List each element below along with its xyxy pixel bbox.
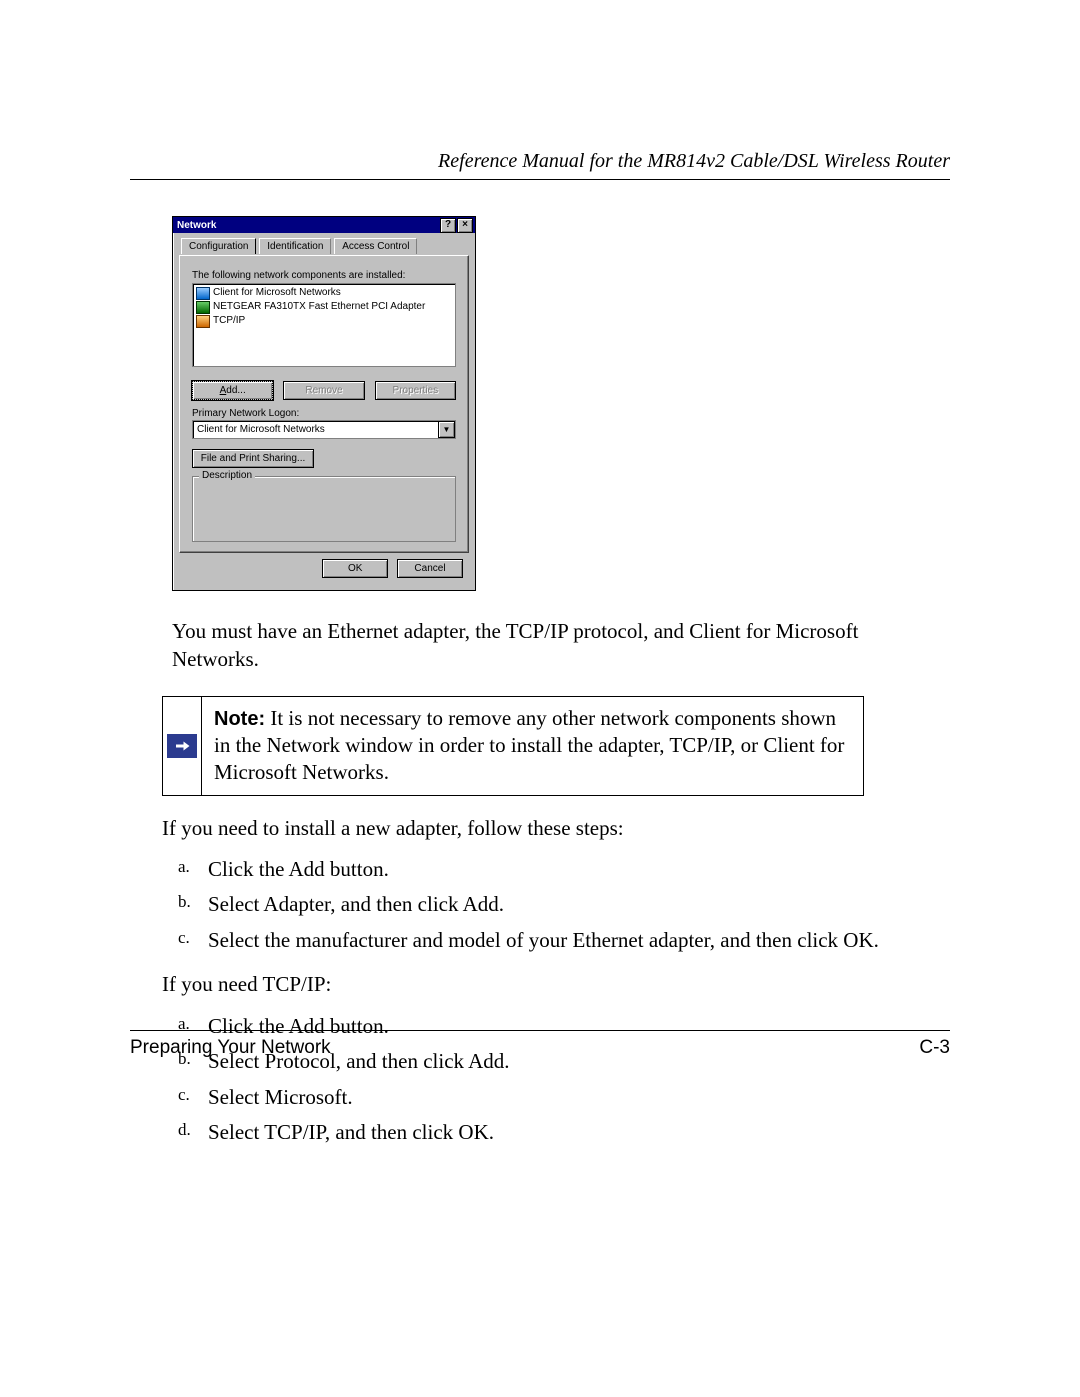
dialog-footer: OK Cancel bbox=[179, 553, 469, 582]
list-item[interactable]: NETGEAR FA310TX Fast Ethernet PCI Adapte… bbox=[195, 300, 453, 314]
body-content: You must have an Ethernet adapter, the T… bbox=[172, 617, 950, 1149]
properties-button[interactable]: Properties bbox=[375, 381, 456, 400]
list-item-label: Client for Microsoft Networks bbox=[213, 286, 341, 300]
tab-configuration[interactable]: Configuration bbox=[181, 238, 256, 254]
adapter-steps: a.Click the Add button. b.Select Adapter… bbox=[172, 854, 950, 957]
list-item: b.Select Adapter, and then click Add. bbox=[208, 889, 950, 921]
network-dialog: Network ? × Configuration Identification… bbox=[172, 216, 476, 591]
adapter-icon bbox=[196, 301, 210, 314]
footer-section: Preparing Your Network bbox=[130, 1037, 331, 1059]
list-item-label: NETGEAR FA310TX Fast Ethernet PCI Adapte… bbox=[213, 300, 425, 314]
description-group-label: Description bbox=[199, 470, 255, 481]
primary-logon-select[interactable]: Client for Microsoft Networks bbox=[192, 420, 456, 439]
file-print-sharing-button[interactable]: File and Print Sharing... bbox=[192, 449, 314, 468]
page-footer: Preparing Your Network C-3 bbox=[130, 1030, 950, 1059]
note-text: Note: It is not necessary to remove any … bbox=[202, 697, 863, 795]
paragraph: If you need TCP/IP: bbox=[162, 970, 950, 998]
dialog-title: Network bbox=[177, 220, 216, 231]
cancel-button[interactable]: Cancel bbox=[397, 559, 463, 578]
note-body: It is not necessary to remove any other … bbox=[214, 706, 844, 785]
add-button[interactable]: AAdd...dd... bbox=[192, 381, 273, 400]
list-item: d.Select TCP/IP, and then click OK. bbox=[208, 1117, 950, 1149]
step-text: Select Microsoft. bbox=[208, 1085, 353, 1109]
tab-identification[interactable]: Identification bbox=[259, 238, 331, 254]
footer-page-number: C-3 bbox=[919, 1037, 950, 1059]
primary-logon-label: Primary Network Logon: bbox=[192, 408, 456, 419]
list-item-label: TCP/IP bbox=[213, 314, 245, 328]
paragraph: If you need to install a new adapter, fo… bbox=[162, 814, 950, 842]
network-dialog-figure: Network ? × Configuration Identification… bbox=[172, 216, 950, 591]
step-text: Select TCP/IP, and then click OK. bbox=[208, 1120, 494, 1144]
paragraph: You must have an Ethernet adapter, the T… bbox=[172, 617, 950, 674]
tab-access-control[interactable]: Access Control bbox=[334, 238, 417, 254]
titlebar-help-button[interactable]: ? bbox=[440, 218, 456, 233]
client-icon bbox=[196, 287, 210, 300]
step-text: Click the Add button. bbox=[208, 857, 389, 881]
arrow-right-icon bbox=[167, 734, 197, 758]
list-item[interactable]: Client for Microsoft Networks bbox=[195, 286, 453, 300]
ok-button[interactable]: OK bbox=[322, 559, 388, 578]
header-rule bbox=[130, 179, 950, 180]
list-item: c.Select the manufacturer and model of y… bbox=[208, 925, 950, 957]
note-icon-cell bbox=[163, 697, 202, 795]
installed-components-label: The following network components are ins… bbox=[192, 270, 456, 281]
dialog-titlebar: Network ? × bbox=[173, 217, 475, 233]
document-page: Reference Manual for the MR814v2 Cable/D… bbox=[0, 0, 1080, 1397]
protocol-icon bbox=[196, 315, 210, 328]
titlebar-close-button[interactable]: × bbox=[457, 218, 473, 233]
tab-panel-configuration: The following network components are ins… bbox=[179, 255, 469, 553]
primary-logon-value: Client for Microsoft Networks bbox=[193, 424, 438, 435]
list-item: c.Select Microsoft. bbox=[208, 1082, 950, 1114]
remove-button[interactable]: Remove bbox=[283, 381, 364, 400]
running-header: Reference Manual for the MR814v2 Cable/D… bbox=[130, 150, 950, 173]
step-text: Select the manufacturer and model of you… bbox=[208, 928, 879, 952]
chevron-down-icon[interactable] bbox=[438, 421, 455, 438]
dialog-tabs: Configuration Identification Access Cont… bbox=[181, 237, 469, 255]
note-label: Note: bbox=[214, 708, 265, 730]
note-box: Note: It is not necessary to remove any … bbox=[162, 696, 864, 796]
installed-components-list[interactable]: Client for Microsoft Networks NETGEAR FA… bbox=[192, 283, 456, 367]
description-group: Description bbox=[192, 476, 456, 542]
list-item[interactable]: TCP/IP bbox=[195, 314, 453, 328]
list-item: a.Click the Add button. bbox=[208, 854, 950, 886]
footer-rule bbox=[130, 1030, 950, 1031]
step-text: Select Adapter, and then click Add. bbox=[208, 892, 504, 916]
